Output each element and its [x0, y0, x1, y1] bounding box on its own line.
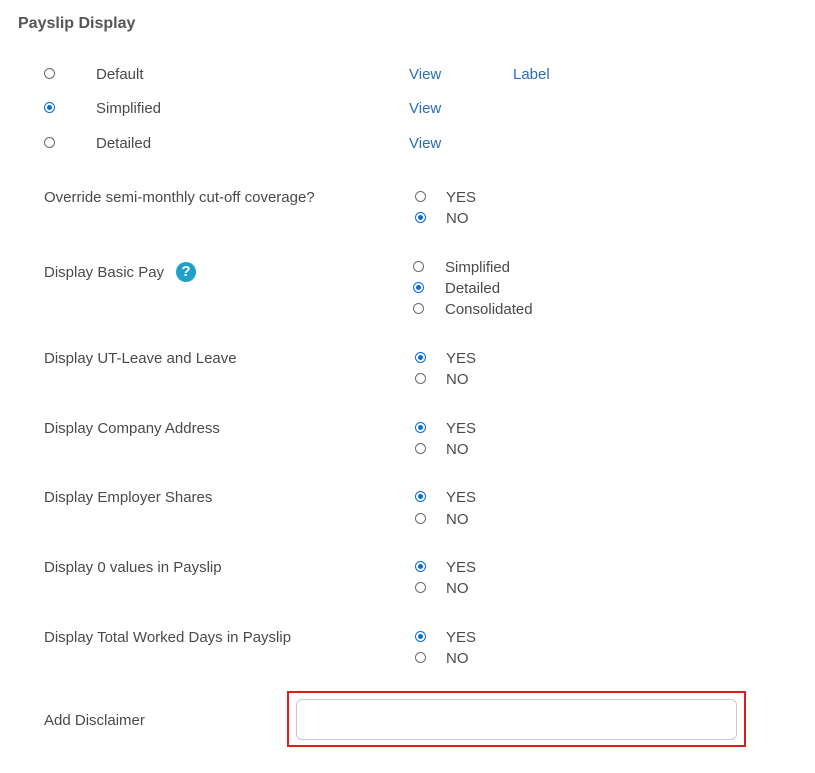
option-employer-shares-no: NO [446, 511, 469, 528]
radio-employer-shares-no[interactable] [415, 513, 426, 524]
radio-company-address-no[interactable] [415, 443, 426, 454]
view-simplified-link[interactable]: View [409, 100, 441, 117]
option-detailed-label: Detailed [96, 135, 152, 152]
radio-ut-leave-no[interactable] [415, 373, 426, 384]
option-override-no: NO [446, 210, 469, 227]
option-basic-pay-simplified: Simplified [445, 259, 511, 276]
help-icon[interactable]: ? [176, 262, 196, 282]
view-default-link[interactable]: View [409, 66, 441, 83]
radio-worked-days-no[interactable] [415, 652, 426, 663]
radio-detailed[interactable] [44, 137, 55, 148]
question-worked-days: Display Total Worked Days in Payslip [44, 629, 292, 646]
option-worked-days-yes: YES [446, 629, 477, 646]
radio-basic-pay-simplified[interactable] [413, 261, 424, 272]
option-ut-leave-yes: YES [446, 350, 477, 367]
view-detailed-link[interactable]: View [409, 135, 441, 152]
radio-ut-leave-yes[interactable] [415, 352, 426, 363]
radio-worked-days-yes[interactable] [415, 631, 426, 642]
label-default-link[interactable]: Label [513, 66, 550, 83]
radio-basic-pay-detailed[interactable] [413, 282, 424, 293]
option-company-address-yes: YES [446, 420, 477, 437]
radio-default[interactable] [44, 68, 55, 79]
option-zero-values-yes: YES [446, 559, 477, 576]
option-basic-pay-detailed: Detailed [445, 280, 501, 297]
option-company-address-no: NO [446, 441, 469, 458]
radio-override-no[interactable] [415, 212, 426, 223]
radio-basic-pay-consolidated[interactable] [413, 303, 424, 314]
radio-zero-values-yes[interactable] [415, 561, 426, 572]
option-worked-days-no: NO [446, 650, 469, 667]
radio-employer-shares-yes[interactable] [415, 491, 426, 502]
radio-simplified[interactable] [44, 102, 55, 113]
question-zero-values: Display 0 values in Payslip [44, 559, 222, 576]
radio-zero-values-no[interactable] [415, 582, 426, 593]
option-zero-values-no: NO [446, 580, 469, 597]
option-default-label: Default [96, 66, 144, 83]
question-override-cutoff: Override semi-monthly cut-off coverage? [44, 189, 315, 206]
option-simplified-label: Simplified [96, 100, 162, 117]
question-company-address: Display Company Address [44, 420, 220, 437]
radio-company-address-yes[interactable] [415, 422, 426, 433]
disclaimer-label: Add Disclaimer [44, 712, 145, 729]
question-basic-pay: Display Basic Pay [44, 264, 165, 281]
section-title: Payslip Display [18, 15, 136, 32]
question-ut-leave: Display UT-Leave and Leave [44, 350, 237, 367]
radio-override-yes[interactable] [415, 191, 426, 202]
disclaimer-input[interactable] [296, 699, 737, 740]
option-override-yes: YES [446, 189, 477, 206]
option-employer-shares-yes: YES [446, 489, 477, 506]
option-basic-pay-consolidated: Consolidated [445, 301, 533, 318]
option-ut-leave-no: NO [446, 371, 469, 388]
question-employer-shares: Display Employer Shares [44, 489, 213, 506]
